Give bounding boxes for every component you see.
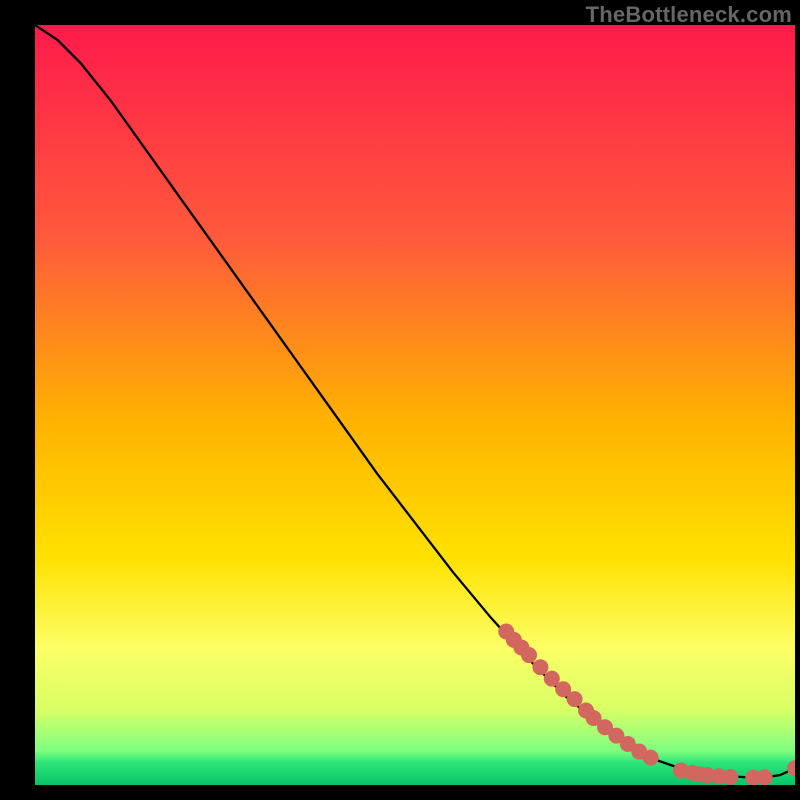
marker-point (532, 659, 548, 675)
plot-area (35, 25, 795, 785)
gradient-background (35, 25, 795, 785)
marker-point (722, 769, 738, 785)
marker-point (521, 647, 537, 663)
marker-point (643, 750, 659, 766)
marker-point (757, 769, 773, 785)
chart-svg (35, 25, 795, 785)
chart-container: TheBottleneck.com (0, 0, 800, 800)
marker-point (567, 691, 583, 707)
